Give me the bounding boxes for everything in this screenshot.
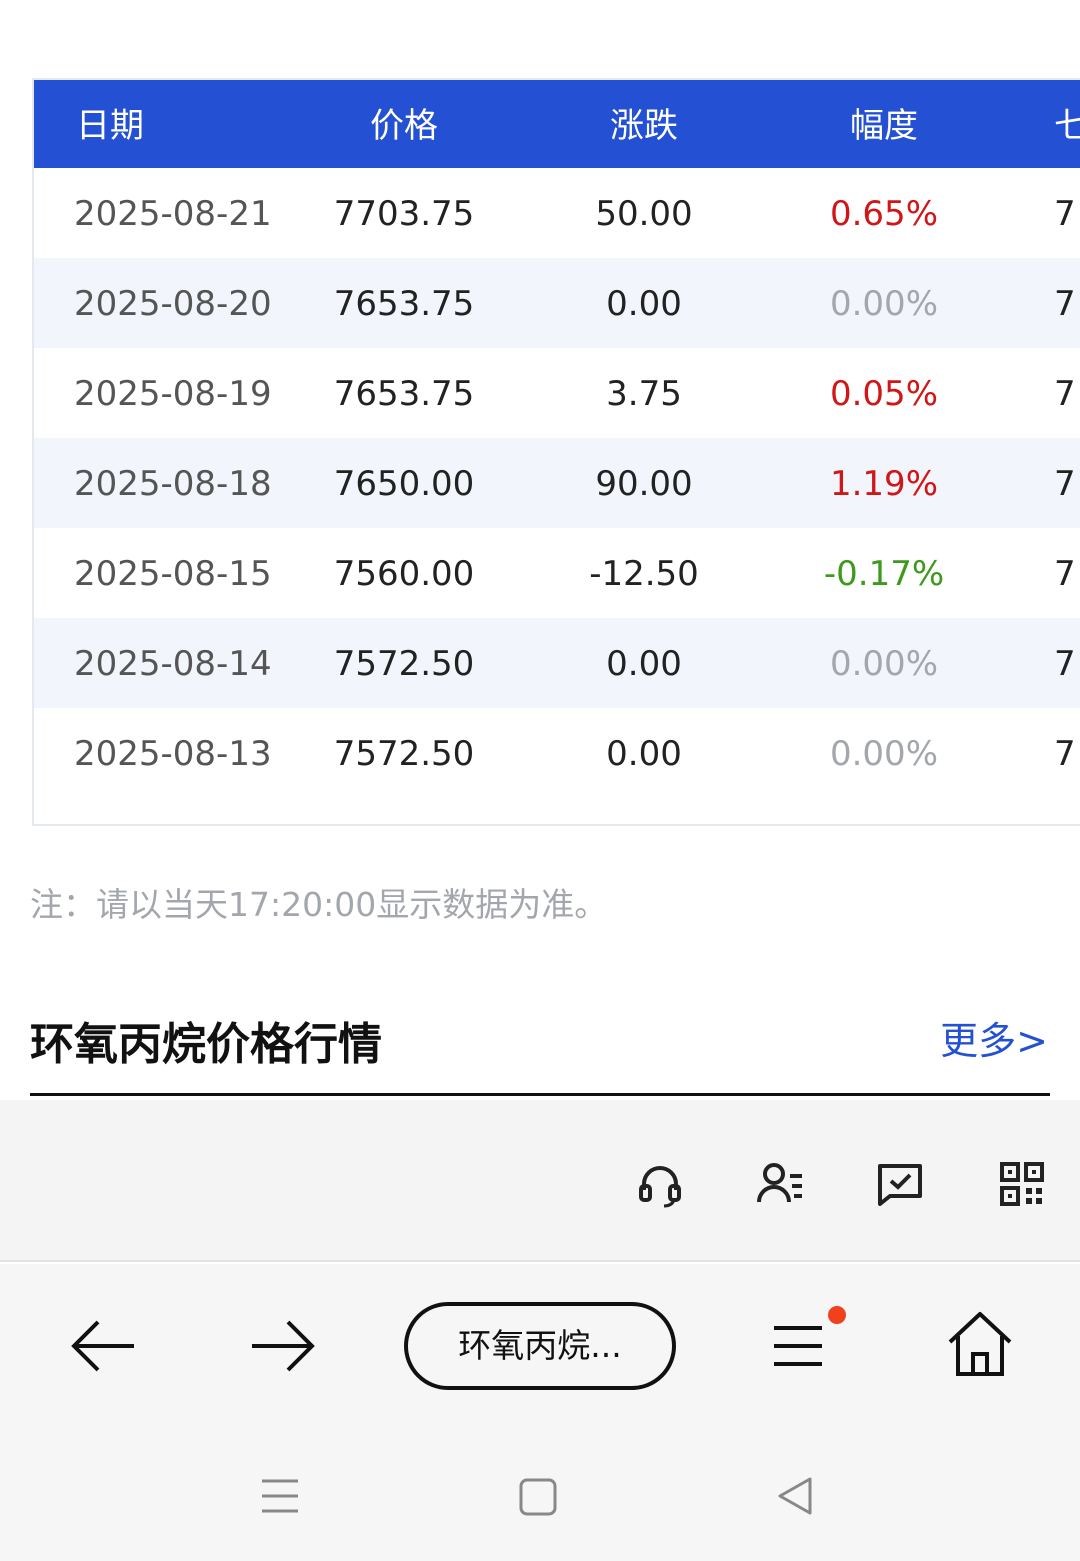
notification-dot bbox=[828, 1306, 846, 1324]
cell-pct: 0.05% bbox=[829, 374, 938, 414]
cell-change: 0.00 bbox=[606, 734, 682, 774]
cell-change: 0.00 bbox=[606, 284, 682, 324]
cell-change: -12.50 bbox=[589, 554, 699, 594]
cell-date: 2025-08-20 bbox=[74, 284, 272, 324]
price-table: 日期 价格 涨跌 幅度 七 2025-08-21 7703.75 50.00 0.65… bbox=[32, 78, 1080, 826]
more-link[interactable]: 更多> bbox=[940, 1010, 1048, 1065]
cell-pct: 1.19% bbox=[829, 464, 938, 504]
header-date: 日期 bbox=[76, 106, 144, 146]
cell-extra: 7 bbox=[1054, 464, 1076, 504]
cell-pct: -0.17% bbox=[823, 554, 945, 594]
header-change: 涨跌 bbox=[610, 106, 678, 146]
cell-date: 2025-08-15 bbox=[74, 554, 272, 594]
cell-extra: 7 bbox=[1054, 374, 1076, 414]
table-row: 2025-08-13 7572.50 0.00 0.00% 7 bbox=[34, 708, 1080, 798]
header-pct: 幅度 bbox=[850, 106, 918, 146]
recent-apps-icon[interactable] bbox=[260, 1478, 300, 1514]
feedback-icon[interactable] bbox=[876, 1160, 924, 1208]
cell-price: 7572.50 bbox=[333, 644, 475, 684]
table-row: 2025-08-15 7560.00 -12.50 -0.17% 7 bbox=[34, 528, 1080, 618]
headset-icon[interactable] bbox=[636, 1160, 684, 1208]
contacts-icon[interactable] bbox=[756, 1160, 804, 1208]
cell-pct: 0.00% bbox=[829, 734, 938, 774]
cell-extra: 7 bbox=[1054, 644, 1076, 684]
table-row: 2025-08-18 7650.00 90.00 1.19% 7 bbox=[34, 438, 1080, 528]
qr-code-icon[interactable] bbox=[998, 1160, 1046, 1208]
tab-switcher-button[interactable]: 环氧丙烷... bbox=[404, 1302, 676, 1390]
table-row: 2025-08-14 7572.50 0.00 0.00% 7 bbox=[34, 618, 1080, 708]
cell-price: 7650.00 bbox=[333, 464, 475, 504]
cell-pct: 0.00% bbox=[829, 284, 938, 324]
cell-change: 90.00 bbox=[595, 464, 693, 504]
header-price: 价格 bbox=[370, 106, 438, 146]
back-triangle-icon[interactable] bbox=[776, 1476, 814, 1516]
cell-date: 2025-08-19 bbox=[74, 374, 272, 414]
data-note: 注：请以当天17:20:00显示数据为准。 bbox=[30, 885, 608, 924]
header-extra: 七 bbox=[1054, 80, 1080, 168]
cell-date: 2025-08-21 bbox=[74, 194, 272, 234]
cell-pct: 0.00% bbox=[829, 644, 938, 684]
cell-extra: 7 bbox=[1054, 284, 1076, 324]
home-icon[interactable] bbox=[946, 1310, 1014, 1378]
cell-change: 50.00 bbox=[595, 194, 693, 234]
table-row: 2025-08-20 7653.75 0.00 0.00% 7 bbox=[34, 258, 1080, 348]
forward-arrow-icon[interactable] bbox=[248, 1318, 316, 1374]
table-row: 2025-08-21 7703.75 50.00 0.65% 7 bbox=[34, 168, 1080, 258]
menu-icon[interactable] bbox=[772, 1324, 824, 1368]
home-square-icon[interactable] bbox=[519, 1478, 557, 1516]
section-title: 环氧丙烷价格行情 bbox=[30, 1019, 382, 1070]
page: 日期 价格 涨跌 幅度 七 2025-08-21 7703.75 50.00 0.65… bbox=[0, 0, 1080, 1561]
cell-price: 7653.75 bbox=[333, 374, 475, 414]
cell-extra: 7 bbox=[1054, 554, 1076, 594]
cell-price: 7703.75 bbox=[333, 194, 475, 234]
cell-price: 7572.50 bbox=[333, 734, 475, 774]
cell-date: 2025-08-13 bbox=[74, 734, 272, 774]
cell-extra: 7 bbox=[1054, 194, 1076, 234]
cell-extra: 7 bbox=[1054, 734, 1076, 774]
cell-pct: 0.65% bbox=[829, 194, 938, 234]
cell-price: 7653.75 bbox=[333, 284, 475, 324]
cell-price: 7560.00 bbox=[333, 554, 475, 594]
cell-change: 0.00 bbox=[606, 644, 682, 684]
cell-change: 3.75 bbox=[606, 374, 682, 414]
back-arrow-icon[interactable] bbox=[70, 1318, 138, 1374]
table-header: 日期 价格 涨跌 幅度 七 bbox=[34, 80, 1080, 168]
table-row: 2025-08-19 7653.75 3.75 0.05% 7 bbox=[34, 348, 1080, 438]
cell-date: 2025-08-14 bbox=[74, 644, 272, 684]
section-divider bbox=[30, 1093, 1050, 1096]
cell-date: 2025-08-18 bbox=[74, 464, 272, 504]
